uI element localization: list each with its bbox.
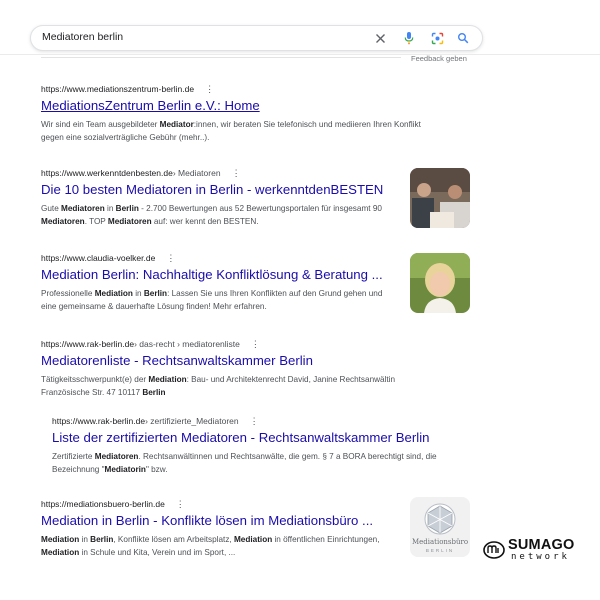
sumago-wordmark: SUMAGO (508, 537, 575, 553)
result-url-text: https://mediationsbuero-berlin.de (41, 499, 165, 509)
result-breadcrumb: › Mediatoren (172, 168, 221, 178)
search-icon[interactable] (455, 30, 471, 46)
more-vert-icon[interactable]: ⋮ (251, 339, 260, 349)
search-result: https://mediationsbuero-berlin.de ⋮ Medi… (41, 499, 391, 559)
result-url-text: https://www.werkenntdenbesten.de (41, 168, 173, 178)
result-url-text: https://www.rak-berlin.de (41, 339, 135, 349)
result-snippet: Wir sind ein Team ausgebildeter Mediator… (41, 120, 421, 142)
result-title-link[interactable]: Die 10 besten Mediatoren in Berlin - wer… (41, 182, 391, 198)
close-icon[interactable] (372, 30, 388, 46)
sumago-network-text: network (511, 552, 570, 562)
result-title-link[interactable]: Mediation in Berlin - Konflikte lösen im… (41, 513, 391, 529)
result-url[interactable]: https://www.rak-berlin.de › das-recht › … (41, 339, 441, 349)
result-url[interactable]: https://mediationsbuero-berlin.de ⋮ (41, 499, 391, 509)
search-sub-result: https://www.rak-berlin.de › zertifiziert… (52, 416, 442, 476)
result-url[interactable]: https://www.claudia-voelker.de ⋮ (41, 253, 391, 263)
logo-wordmark: Mediationsbüro (411, 538, 469, 546)
result-snippet: Gute Mediatoren in Berlin - 2.700 Bewert… (41, 204, 382, 226)
result-url-text: https://www.claudia-voelker.de (41, 253, 156, 263)
result-thumbnail-logo[interactable]: Mediationsbüro BERLIN (410, 497, 470, 557)
result-snippet: Zertifizierte Mediatoren. Rechtsanwältin… (52, 452, 437, 474)
feedback-divider (41, 57, 401, 58)
more-vert-icon[interactable]: ⋮ (205, 84, 214, 94)
search-result: https://www.mediationszentrum-berlin.de … (41, 84, 441, 144)
header-divider (0, 54, 600, 55)
result-snippet: Tätigkeitsschwerpunkt(e) der Mediation: … (41, 375, 396, 397)
more-vert-icon[interactable]: ⋮ (176, 499, 185, 509)
search-result: https://www.werkenntdenbesten.de › Media… (41, 168, 391, 228)
result-title-link[interactable]: Liste der zertifizierten Mediatoren - Re… (52, 430, 442, 446)
result-title-link[interactable]: Mediatorenliste - Rechtsanwaltskammer Be… (41, 353, 441, 369)
result-url-text: https://www.mediationszentrum-berlin.de (41, 84, 195, 94)
sumago-logo-icon (483, 541, 505, 559)
logo-wordmark-sub: BERLIN (425, 548, 455, 553)
result-url-text: https://www.rak-berlin.de (52, 416, 146, 426)
microphone-icon[interactable] (401, 30, 417, 46)
result-breadcrumb: › zertifizierte_Mediatoren (145, 416, 239, 426)
more-vert-icon[interactable]: ⋮ (232, 168, 241, 178)
result-title-link[interactable]: Mediation Berlin: Nachhaltige Konfliktlö… (41, 267, 391, 283)
result-snippet: Professionelle Mediation in Berlin: Lass… (41, 289, 383, 311)
result-thumbnail-portrait[interactable] (410, 253, 470, 313)
result-url[interactable]: https://www.rak-berlin.de › zertifiziert… (52, 416, 442, 426)
result-thumbnail-meeting[interactable] (410, 168, 470, 228)
result-breadcrumb: › das-recht › mediatorenliste (134, 339, 240, 349)
feedback-link[interactable]: Feedback geben (411, 54, 467, 63)
search-input[interactable]: Mediatoren berlin (42, 31, 123, 43)
more-vert-icon[interactable]: ⋮ (166, 253, 175, 263)
result-url[interactable]: https://www.mediationszentrum-berlin.de … (41, 84, 441, 94)
camera-lens-icon[interactable] (429, 30, 445, 46)
search-result: https://www.claudia-voelker.de ⋮ Mediati… (41, 253, 391, 313)
search-bar[interactable]: Mediatoren berlin (30, 25, 483, 51)
search-result: https://www.rak-berlin.de › das-recht › … (41, 339, 441, 399)
sumago-watermark: SUMAGO network (482, 537, 594, 567)
result-url[interactable]: https://www.werkenntdenbesten.de › Media… (41, 168, 391, 178)
more-vert-icon[interactable]: ⋮ (250, 416, 259, 426)
result-snippet: Mediation in Berlin, Konflikte lösen am … (41, 535, 380, 557)
result-title-link[interactable]: MediationsZentrum Berlin e.V.: Home (41, 98, 441, 114)
